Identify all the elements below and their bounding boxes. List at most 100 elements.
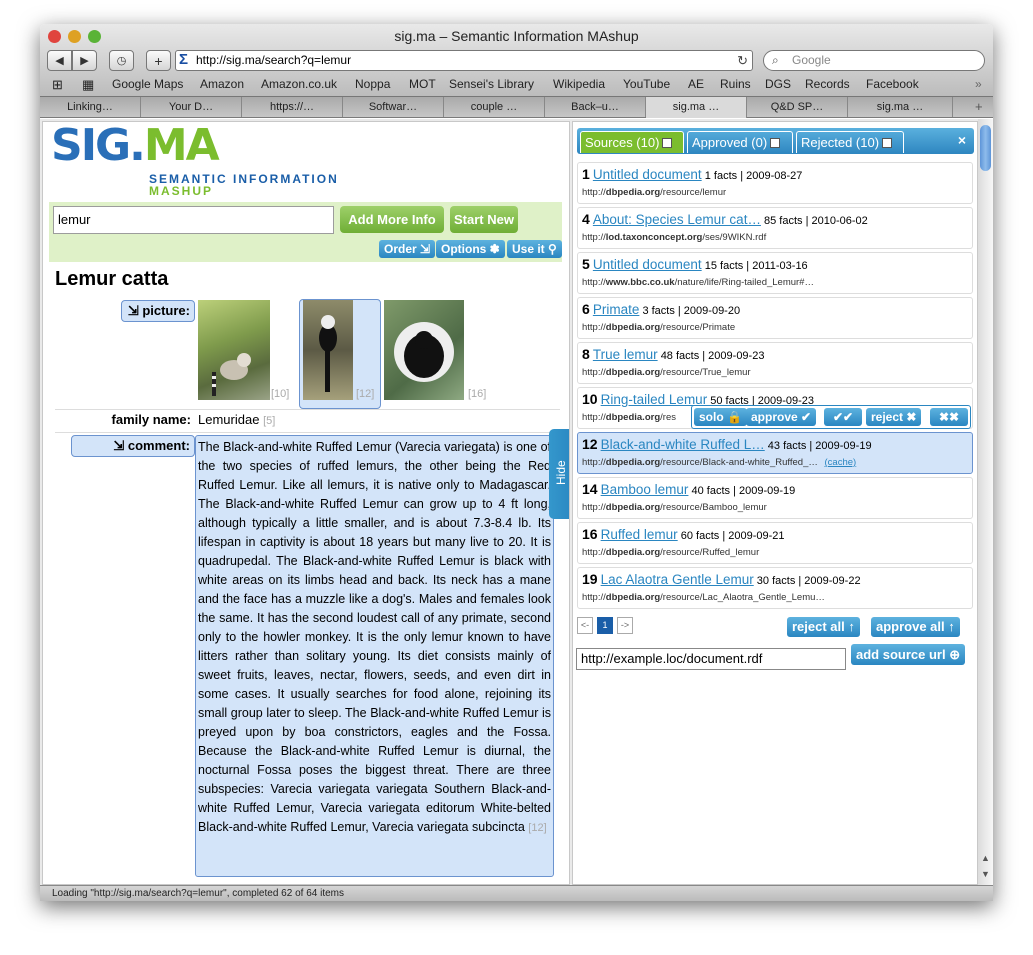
source-title-link[interactable]: Ruffed lemur	[601, 527, 678, 542]
source-url-input[interactable]: http://example.loc/document.rdf	[576, 648, 846, 670]
browser-tab[interactable]: https://…	[242, 97, 343, 117]
reject-all-button[interactable]: reject all ↑	[787, 617, 860, 637]
source-title-link[interactable]: True lemur	[593, 347, 658, 362]
bookmark-item[interactable]: Google Maps	[112, 77, 183, 91]
source-item[interactable]: 5 Untitled document 15 facts | 2011-03-1…	[577, 252, 973, 294]
more-bookmarks-icon[interactable]: »	[975, 77, 982, 91]
reject-button[interactable]: reject ✖	[866, 408, 922, 426]
solo-button[interactable]: solo 🔒	[694, 408, 747, 426]
browser-tab[interactable]: couple …	[444, 97, 545, 117]
add-source-url-button[interactable]: add source url ⊕	[851, 644, 966, 665]
address-bar[interactable]: Σhttp://sig.ma/search?q=lemur ↻	[175, 50, 753, 71]
use-it-button[interactable]: Use it ⚲	[507, 240, 562, 258]
browser-tab[interactable]: Your D…	[141, 97, 242, 117]
add-more-info-button[interactable]: Add More Info	[340, 206, 444, 233]
browser-tab[interactable]: sig.ma …	[848, 97, 953, 117]
source-title-link[interactable]: Primate	[593, 302, 640, 317]
approve-button[interactable]: approve ✔	[746, 408, 817, 426]
checkbox-icon[interactable]	[882, 137, 893, 148]
tab-rejected[interactable]: Rejected (10)	[796, 131, 904, 153]
picture-label[interactable]: ⇲ picture:	[121, 300, 195, 322]
scrollbar[interactable]: ▲ ▼	[978, 119, 993, 885]
source-item[interactable]: 4 About: Species Lemur cat… 85 facts | 2…	[577, 207, 973, 249]
bookmark-item[interactable]: Amazon.co.uk	[261, 77, 337, 91]
cache-link[interactable]: (cache)	[825, 457, 857, 468]
comment-label[interactable]: ⇲ comment:	[71, 435, 195, 457]
order-button[interactable]: Order ⇲	[379, 240, 436, 258]
top-sites-grid-icon[interactable]: ▦	[82, 77, 94, 93]
url-text: http://sig.ma/search?q=lemur	[196, 53, 352, 67]
scroll-down-icon[interactable]: ▼	[981, 869, 990, 879]
source-item[interactable]: 6 Primate 3 facts | 2009-09-20 http://dbp…	[577, 297, 973, 339]
source-url-scheme: http://	[582, 457, 606, 468]
source-title-link[interactable]: Bamboo lemur	[601, 482, 689, 497]
browser-tab-active[interactable]: sig.ma …	[646, 97, 747, 118]
approve-all-button[interactable]: approve all ↑	[871, 617, 960, 637]
new-tab-icon[interactable]: +	[975, 97, 983, 117]
source-title-link[interactable]: Untitled document	[593, 257, 702, 272]
source-ref[interactable]: [5]	[263, 415, 275, 427]
source-item[interactable]: 16 Ruffed lemur 60 facts | 2009-09-21 htt…	[577, 522, 973, 564]
browser-tab[interactable]: Q&D SP…	[747, 97, 848, 117]
bookmark-item[interactable]: Ruins	[720, 77, 751, 91]
google-search-field[interactable]: ⌕ Google	[763, 50, 985, 71]
scrollbar-thumb[interactable]	[980, 125, 991, 171]
lemur-photo[interactable]	[198, 300, 270, 400]
bookmark-item[interactable]: Noppa	[355, 77, 390, 91]
reload-icon[interactable]: ↻	[737, 51, 748, 70]
reject-all-facts-button[interactable]: ✖✖	[930, 408, 968, 426]
bookmark-item[interactable]: Wikipedia	[553, 77, 605, 91]
bookmark-item[interactable]: DGS	[765, 77, 791, 91]
tab-approved[interactable]: Approved (0)	[687, 131, 793, 153]
bookmark-item[interactable]: Facebook	[866, 77, 919, 91]
close-icon[interactable]: ×	[958, 132, 966, 148]
source-url-host: dbpedia.org	[605, 592, 661, 603]
approve-all-facts-button[interactable]: ✔✔	[824, 408, 862, 426]
source-ref[interactable]: [12]	[356, 388, 374, 400]
source-ref[interactable]: [10]	[271, 388, 289, 400]
lemur-photo[interactable]	[303, 300, 353, 400]
prev-page-button[interactable]: <-	[577, 617, 593, 634]
bookmark-item[interactable]: AE	[688, 77, 704, 91]
page-1-button[interactable]: 1	[597, 617, 613, 634]
sources-pane: Sources (10) Approved (0) Rejected (10) …	[572, 121, 978, 885]
source-ref[interactable]: [12]	[528, 822, 546, 834]
source-title-link[interactable]: Black-and-white Ruffed L…	[601, 437, 765, 452]
source-item[interactable]: 8 True lemur 48 facts | 2009-09-23 http:/…	[577, 342, 973, 384]
source-item[interactable]: 1 Untitled document 1 facts | 2009-08-27…	[577, 162, 973, 204]
source-item[interactable]: 19 Lac Alaotra Gentle Lemur 30 facts | 2…	[577, 567, 973, 609]
tab-sources[interactable]: Sources (10)	[580, 131, 684, 153]
checkbox-icon[interactable]	[662, 137, 673, 148]
checkbox-icon[interactable]	[770, 137, 781, 148]
black-white-lemur-picture	[319, 315, 337, 392]
source-title-link[interactable]: About: Species Lemur cat…	[593, 212, 761, 227]
bookmark-item[interactable]: MOT	[409, 77, 436, 91]
bookmark-item[interactable]: Sensei's Library	[449, 77, 534, 91]
sigma-logo[interactable]: SIG.MA	[51, 122, 220, 171]
history-icon[interactable]: ◷	[109, 50, 134, 71]
source-ref[interactable]: [16]	[468, 388, 486, 400]
source-url: http://dbpedia.org/resource/True_lemur	[582, 367, 751, 378]
browser-tab[interactable]: Softwar…	[343, 97, 444, 117]
source-item[interactable]: 12 Black-and-white Ruffed L… 43 facts | …	[577, 432, 973, 474]
start-new-button[interactable]: Start New	[450, 206, 518, 233]
source-title-link[interactable]: Lac Alaotra Gentle Lemur	[601, 572, 754, 587]
lemur-photo[interactable]	[384, 300, 464, 400]
bookmark-item[interactable]: YouTube	[623, 77, 670, 91]
add-bookmark-button[interactable]: +	[146, 50, 171, 71]
browser-window: sig.ma – Semantic Information MAshup ◀ ▶…	[40, 24, 993, 901]
source-item[interactable]: 14 Bamboo lemur 40 facts | 2009-09-19 htt…	[577, 477, 973, 519]
scroll-up-icon[interactable]: ▲	[981, 853, 990, 863]
browser-tab[interactable]: Linking…	[40, 97, 141, 117]
options-button[interactable]: Options ✽	[436, 240, 505, 258]
bookmark-item[interactable]: Amazon	[200, 77, 244, 91]
forward-button[interactable]: ▶	[72, 50, 97, 71]
bookmark-item[interactable]: Records	[805, 77, 850, 91]
source-title-link[interactable]: Untitled document	[593, 167, 702, 182]
browser-tab[interactable]: Back–u…	[545, 97, 646, 117]
hide-sources-tab[interactable]: Hide	[549, 429, 569, 519]
next-page-button[interactable]: ->	[617, 617, 633, 634]
search-input[interactable]: lemur	[53, 206, 334, 234]
bookmarks-book-icon[interactable]: ⊞	[52, 77, 63, 93]
back-button[interactable]: ◀	[47, 50, 72, 71]
